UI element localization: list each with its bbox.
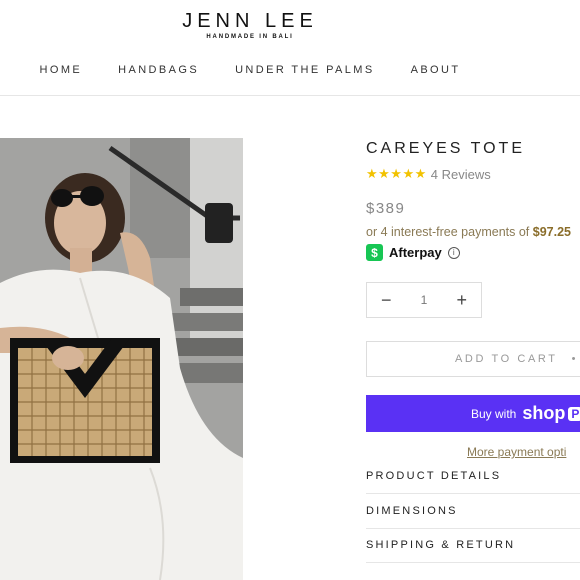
accordion-product-details[interactable]: PRODUCT DETAILS xyxy=(366,470,580,482)
product-reviews[interactable]: ★★★★★ 4 Reviews xyxy=(366,166,580,182)
afterpay-badge[interactable]: $ Afterpay i xyxy=(366,244,580,261)
buy-with-shop-pay-button[interactable]: Buy with shop P xyxy=(366,395,580,432)
product-image[interactable] xyxy=(0,138,243,580)
shop-logo: shop xyxy=(522,403,566,423)
accordion-divider xyxy=(366,528,580,529)
nav-item-handbags[interactable]: HANDBAGS xyxy=(118,64,199,76)
product-photo-illustration xyxy=(0,138,243,580)
accordion-divider xyxy=(366,493,580,494)
header-divider xyxy=(0,95,580,96)
product-price: $389 xyxy=(366,200,406,217)
more-payment-options-link[interactable]: More payment opti xyxy=(467,445,566,459)
add-to-cart-label: ADD TO CART xyxy=(455,353,558,365)
quantity-input[interactable]: 1 xyxy=(421,293,428,307)
add-to-cart-dot: • xyxy=(571,353,579,365)
product-title: CAREYES TOTE xyxy=(366,140,525,157)
accordion-shipping-return[interactable]: SHIPPING & RETURN xyxy=(366,539,580,551)
quantity-stepper: − 1 + xyxy=(366,282,482,318)
increase-quantity-button[interactable]: + xyxy=(456,290,467,311)
accordion-dimensions[interactable]: DIMENSIONS xyxy=(366,505,580,517)
nav-item-about[interactable]: ABOUT xyxy=(411,64,461,76)
installments-text: or 4 interest-free payments of $97.25 xyxy=(366,225,580,239)
accordion-divider xyxy=(366,562,580,563)
nav-item-under-the-palms[interactable]: UNDER THE PALMS xyxy=(235,64,375,76)
rating-stars-icon[interactable]: ★★★★★ xyxy=(366,166,427,182)
product-info: CAREYES TOTE ★★★★★ 4 Reviews $389 or 4 i… xyxy=(366,140,580,261)
afterpay-icon: $ xyxy=(366,244,383,261)
pay-logo-icon: P xyxy=(568,406,580,421)
add-to-cart-button[interactable]: ADD TO CART • xyxy=(366,341,580,377)
main-nav: HOME HANDBAGS UNDER THE PALMS ABOUT xyxy=(0,64,500,76)
afterpay-label: Afterpay xyxy=(389,245,442,260)
review-count[interactable]: 4 Reviews xyxy=(431,167,491,182)
installment-amount: $97.25 xyxy=(532,225,571,239)
brand-logo[interactable]: JENN LEE xyxy=(0,10,500,33)
installments-prefix: or 4 interest-free payments of xyxy=(366,225,533,239)
buy-with-label: Buy with xyxy=(471,406,517,421)
brand-header[interactable]: JENN LEE HANDMADE IN BALI xyxy=(0,10,500,40)
brand-tagline: HANDMADE IN BALI xyxy=(206,34,294,40)
info-icon[interactable]: i xyxy=(447,246,460,259)
nav-item-home[interactable]: HOME xyxy=(40,64,83,76)
decrease-quantity-button[interactable]: − xyxy=(381,290,392,311)
